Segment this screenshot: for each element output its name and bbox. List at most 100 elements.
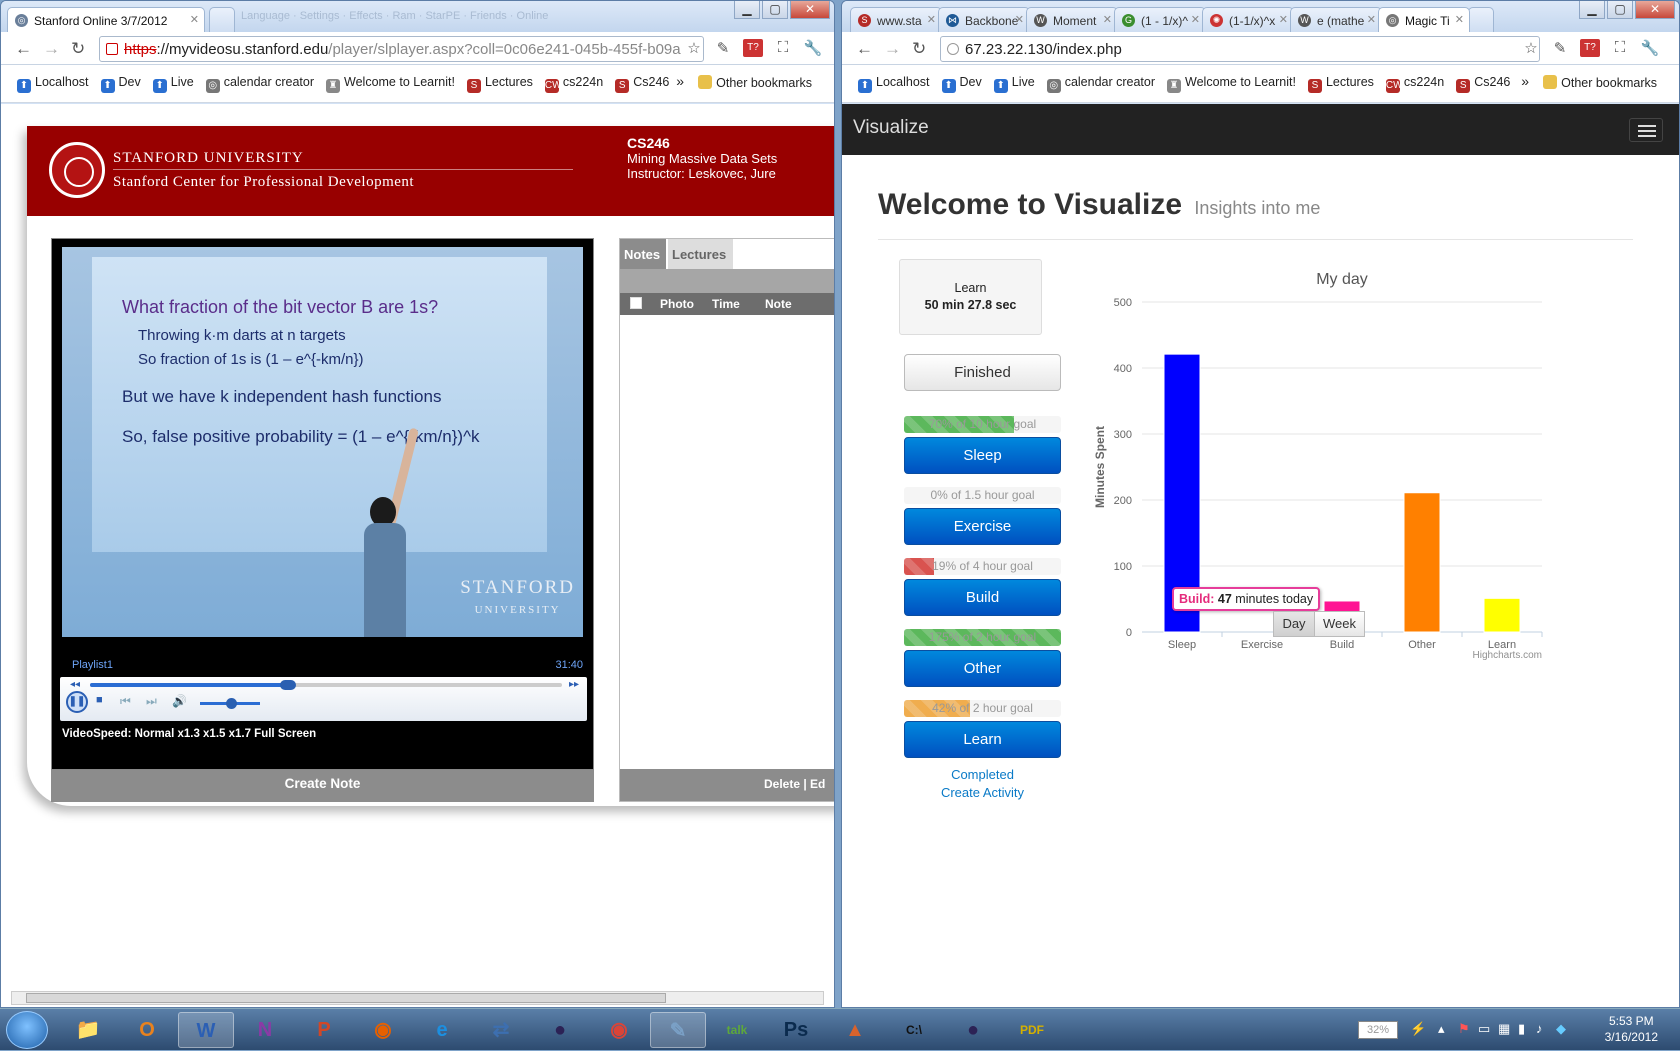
other-bookmarks[interactable]: Other bookmarks xyxy=(1543,75,1657,90)
onenote-taskbar-icon[interactable]: N xyxy=(237,1012,293,1048)
network-taskbar-icon[interactable]: ⇄ xyxy=(473,1012,529,1048)
ie-taskbar-icon[interactable]: e xyxy=(414,1012,470,1048)
powerpoint-taskbar-icon[interactable]: P xyxy=(296,1012,352,1048)
screen-capture-icon[interactable]: ⛶ xyxy=(1610,39,1630,57)
range-week-button[interactable]: Week xyxy=(1314,611,1365,637)
brand-link[interactable]: Visualize xyxy=(853,117,929,139)
tab-notes[interactable]: Notes xyxy=(620,239,666,269)
close-tab-icon[interactable]: ✕ xyxy=(1103,13,1112,26)
reload-icon[interactable]: ↻ xyxy=(912,39,926,59)
bookmark-item[interactable]: ⬆ Dev xyxy=(100,75,141,93)
create-note-button[interactable]: Create Note xyxy=(51,770,594,802)
fast-forward-icon[interactable]: ▸▸ xyxy=(569,679,579,690)
close-tab-icon[interactable]: ✕ xyxy=(1455,13,1464,26)
range-day-button[interactable]: Day xyxy=(1273,611,1315,637)
wifi-icon[interactable]: ▮ xyxy=(1518,1021,1525,1037)
bookmark-item[interactable]: CWcs224n xyxy=(1385,75,1444,93)
volume-slider[interactable] xyxy=(200,698,260,709)
network-icon[interactable]: ▦ xyxy=(1498,1021,1510,1037)
notepad-taskbar-icon[interactable]: ✎ xyxy=(650,1012,706,1048)
bookmark-item[interactable]: ⬆ Localhost xyxy=(17,75,89,93)
close-tab-icon[interactable]: ✕ xyxy=(1279,13,1288,26)
bookmark-item[interactable]: ♜ Welcome to Learnit! xyxy=(1167,75,1296,93)
back-icon[interactable]: ← xyxy=(15,39,32,59)
eclipse-taskbar-icon[interactable]: ● xyxy=(532,1012,588,1048)
bookmark-item[interactable]: ⬆ Localhost xyxy=(858,75,930,93)
bookmark-star-icon[interactable]: ☆ xyxy=(684,39,704,57)
outlook-taskbar-icon[interactable]: O xyxy=(119,1012,175,1048)
bookmarks-overflow-chevron-icon[interactable]: » xyxy=(676,73,684,89)
activity-button-build[interactable]: Build xyxy=(904,579,1061,616)
bookmark-item[interactable]: S Cs246 xyxy=(1456,75,1510,93)
bookmarks-overflow-chevron-icon[interactable]: » xyxy=(1521,73,1529,89)
power-icon[interactable]: ⚡ xyxy=(1410,1021,1426,1037)
bookmark-item[interactable]: CWcs224n xyxy=(544,75,603,93)
volume-handle[interactable] xyxy=(226,698,237,709)
address-bar[interactable]: https://myvideosu.stanford.edu/player/sl… xyxy=(99,36,704,62)
close-tab-icon[interactable]: ✕ xyxy=(1367,13,1376,26)
extension-icon[interactable]: T? xyxy=(1580,39,1600,57)
bookmark-item[interactable]: S Lectures xyxy=(1307,75,1374,93)
firefox-taskbar-icon[interactable]: ◉ xyxy=(355,1012,411,1048)
dropbox-icon[interactable]: ◆ xyxy=(1556,1021,1566,1037)
forward-icon[interactable]: → xyxy=(884,39,901,59)
gtalk-taskbar-icon[interactable]: talk xyxy=(709,1012,765,1048)
other-bookmarks[interactable]: Other bookmarks xyxy=(698,75,812,90)
bookmark-item[interactable]: ⬆ Dev xyxy=(941,75,982,93)
activity-button-exercise[interactable]: Exercise xyxy=(904,508,1061,545)
minimize-icon[interactable]: ▁ xyxy=(734,1,760,19)
rewind-icon[interactable]: ◂◂ xyxy=(70,679,80,690)
explorer-taskbar-icon[interactable]: 📁 xyxy=(60,1012,116,1048)
close-tab-icon[interactable]: ✕ xyxy=(190,13,199,26)
chrome-taskbar-icon[interactable]: ◉ xyxy=(591,1012,647,1048)
tab-moment[interactable]: W Moment ✕ xyxy=(1026,7,1118,32)
eyedropper-icon[interactable]: ✎ xyxy=(1550,39,1570,57)
tab-backbone[interactable]: ⋈ Backbone ✕ xyxy=(938,7,1030,32)
scrollbar-thumb[interactable] xyxy=(26,993,666,1003)
new-tab-button[interactable] xyxy=(1468,7,1494,32)
tab-lectures[interactable]: Lectures xyxy=(668,239,733,269)
matlab-taskbar-icon[interactable]: ▲ xyxy=(827,1012,883,1048)
eclipse2-taskbar-icon[interactable]: ● xyxy=(945,1012,1001,1048)
close-window-icon[interactable]: ✕ xyxy=(790,1,830,19)
bookmark-star-icon[interactable]: ☆ xyxy=(1521,39,1541,57)
horizontal-scrollbar[interactable] xyxy=(11,991,824,1005)
create-activity-link[interactable]: Create Activity xyxy=(904,785,1061,800)
word-taskbar-icon[interactable]: W xyxy=(178,1012,234,1048)
menu-toggle-icon[interactable] xyxy=(1629,118,1663,142)
eyedropper-icon[interactable]: ✎ xyxy=(713,39,733,57)
stop-icon[interactable]: ■ xyxy=(96,694,103,706)
tab-stanford-online[interactable]: ◎ Stanford Online 3/7/2012 ✕ xyxy=(7,7,205,32)
show-hidden-icons-icon[interactable]: ▴ xyxy=(1438,1021,1445,1037)
photoshop-taskbar-icon[interactable]: Ps xyxy=(768,1012,824,1048)
next-icon[interactable]: ⏭ xyxy=(146,694,157,709)
seek-bar[interactable] xyxy=(90,680,562,690)
screen-capture-icon[interactable]: ⛶ xyxy=(773,39,793,57)
maximize-icon[interactable]: ▢ xyxy=(762,1,788,19)
activity-button-sleep[interactable]: Sleep xyxy=(904,437,1061,474)
new-tab-button[interactable] xyxy=(209,7,235,32)
tab-e-mathe[interactable]: We (mathe ✕ xyxy=(1290,7,1382,32)
bookmark-item[interactable]: ⬆ Live xyxy=(993,75,1035,93)
start-button[interactable] xyxy=(6,1011,48,1049)
wrench-icon[interactable]: 🔧 xyxy=(803,39,823,57)
minimize-icon[interactable]: ▁ xyxy=(1579,1,1605,19)
close-tab-icon[interactable]: ✕ xyxy=(927,13,936,26)
wrench-icon[interactable]: 🔧 xyxy=(1640,39,1660,57)
display-icon[interactable]: ▭ xyxy=(1478,1021,1490,1037)
clock[interactable]: 5:53 PM 3/16/2012 xyxy=(1605,1013,1658,1045)
video-player[interactable]: What fraction of the bit vector B are 1s… xyxy=(51,238,594,770)
select-all-checkbox[interactable] xyxy=(630,297,642,309)
close-tab-icon[interactable]: ✕ xyxy=(1191,13,1200,26)
pdf-taskbar-icon[interactable]: PDF xyxy=(1004,1012,1060,1048)
bookmark-item[interactable]: ♜ Welcome to Learnit! xyxy=(326,75,455,93)
activity-button-other[interactable]: Other xyxy=(904,650,1061,687)
address-bar[interactable]: 67.23.22.130/index.php xyxy=(940,36,1540,62)
bookmark-item[interactable]: ◎ calendar creator xyxy=(205,75,314,93)
volume-icon[interactable]: 🔊 xyxy=(172,694,187,708)
video-speed-options[interactable]: VideoSpeed: Normal x1.3 x1.5 x1.7 Full S… xyxy=(62,728,316,740)
close-tab-icon[interactable]: ✕ xyxy=(1015,13,1024,26)
previous-icon[interactable]: ⏮ xyxy=(120,694,131,709)
extension-icon[interactable]: T? xyxy=(743,39,763,57)
tab-1-1-x-x[interactable]: ✺ (1-1/x)^x ✕ xyxy=(1202,7,1294,32)
